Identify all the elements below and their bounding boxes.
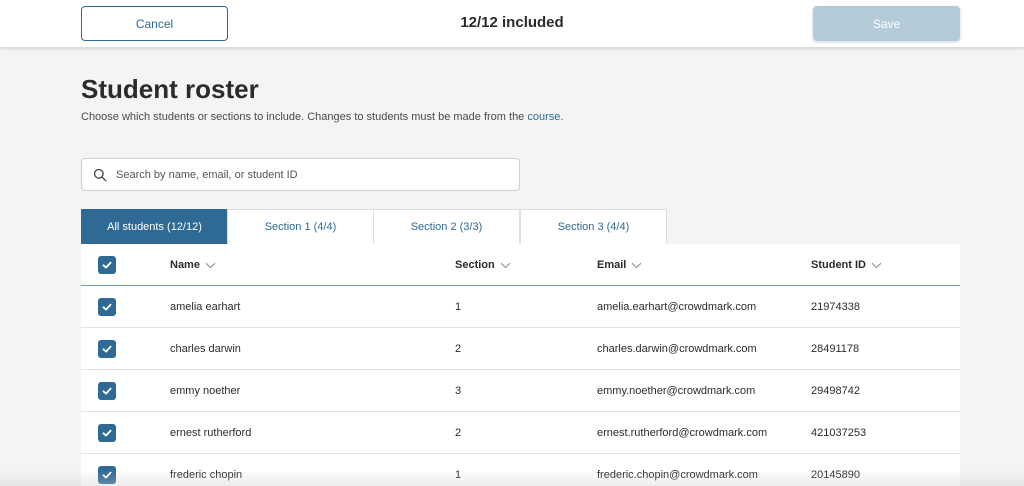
subtitle-text: Choose which students or sections to inc… xyxy=(81,111,528,123)
student-email: ernest.rutherford@crowdmark.com xyxy=(597,427,768,439)
top-bar: Cancel 12/12 included Save xyxy=(0,0,1024,48)
column-header-section[interactable]: Section xyxy=(455,244,511,286)
student-email: amelia.earhart@crowdmark.com xyxy=(597,301,757,313)
student-id: 29498742 xyxy=(811,385,860,397)
chevron-down-icon xyxy=(871,262,882,269)
check-icon xyxy=(102,471,112,479)
student-section: 3 xyxy=(455,385,462,397)
student-id: 20145890 xyxy=(811,469,860,481)
check-icon xyxy=(102,345,112,353)
page-title: Student roster xyxy=(81,74,259,104)
column-header-name[interactable]: Name xyxy=(170,244,216,286)
student-name: emmy noether xyxy=(170,385,241,397)
column-header-name-label: Name xyxy=(170,259,200,271)
column-header-student-id-label: Student ID xyxy=(811,259,866,271)
row-checkbox[interactable] xyxy=(98,466,116,484)
check-icon xyxy=(102,303,112,311)
table-row: amelia earhart 1 amelia.earhart@crowdmar… xyxy=(81,286,960,328)
check-icon xyxy=(102,429,112,437)
column-header-section-label: Section xyxy=(455,259,495,271)
table-header: Name Section Email Student ID xyxy=(81,244,960,286)
save-button[interactable]: Save xyxy=(813,6,960,41)
check-icon xyxy=(102,387,112,395)
row-checkbox[interactable] xyxy=(98,382,116,400)
check-icon xyxy=(102,261,112,269)
student-section: 1 xyxy=(455,301,462,313)
table-row: ernest rutherford 2 ernest.rutherford@cr… xyxy=(81,412,960,454)
tab-section-1[interactable]: Section 1 (4/4) xyxy=(227,209,374,244)
table-row: charles darwin 2 charles.darwin@crowdmar… xyxy=(81,328,960,370)
student-id: 421037253 xyxy=(811,427,867,439)
student-section: 2 xyxy=(455,427,462,439)
subtitle-end: . xyxy=(560,111,564,123)
search-input[interactable] xyxy=(116,168,506,181)
student-section: 2 xyxy=(455,343,462,355)
search-box xyxy=(81,158,520,191)
student-name: amelia earhart xyxy=(170,301,241,313)
select-all-checkbox[interactable] xyxy=(98,256,116,274)
student-email: frederic.chopin@crowdmark.com xyxy=(597,469,758,481)
student-name: charles darwin xyxy=(170,343,241,355)
student-table: Name Section Email Student ID amelia ear… xyxy=(81,244,960,486)
column-header-email-label: Email xyxy=(597,259,627,271)
student-name: ernest rutherford xyxy=(170,427,252,439)
search-icon xyxy=(93,168,107,182)
chevron-down-icon xyxy=(631,262,642,269)
chevron-down-icon xyxy=(500,262,511,269)
row-checkbox[interactable] xyxy=(98,424,116,442)
row-checkbox[interactable] xyxy=(98,298,116,316)
student-email: emmy.noether@crowdmark.com xyxy=(597,385,756,397)
student-id: 28491178 xyxy=(811,343,860,355)
student-id: 21974338 xyxy=(811,301,860,313)
tab-section-2[interactable]: Section 2 (3/3) xyxy=(373,209,520,244)
student-section: 1 xyxy=(455,469,462,481)
table-row: emmy noether 3 emmy.noether@crowdmark.co… xyxy=(81,370,960,412)
column-header-email[interactable]: Email xyxy=(597,244,642,286)
tab-section-3[interactable]: Section 3 (4/4) xyxy=(520,209,667,244)
chevron-down-icon xyxy=(205,262,216,269)
table-row: frederic chopin 1 frederic.chopin@crowdm… xyxy=(81,454,960,486)
row-checkbox[interactable] xyxy=(98,340,116,358)
column-header-student-id[interactable]: Student ID xyxy=(811,244,882,286)
course-link[interactable]: course xyxy=(527,111,560,123)
tab-all-students[interactable]: All students (12/12) xyxy=(81,209,228,244)
page-subtitle: Choose which students or sections to inc… xyxy=(81,111,563,123)
student-email: charles.darwin@crowdmark.com xyxy=(597,343,757,355)
student-name: frederic chopin xyxy=(170,469,243,481)
